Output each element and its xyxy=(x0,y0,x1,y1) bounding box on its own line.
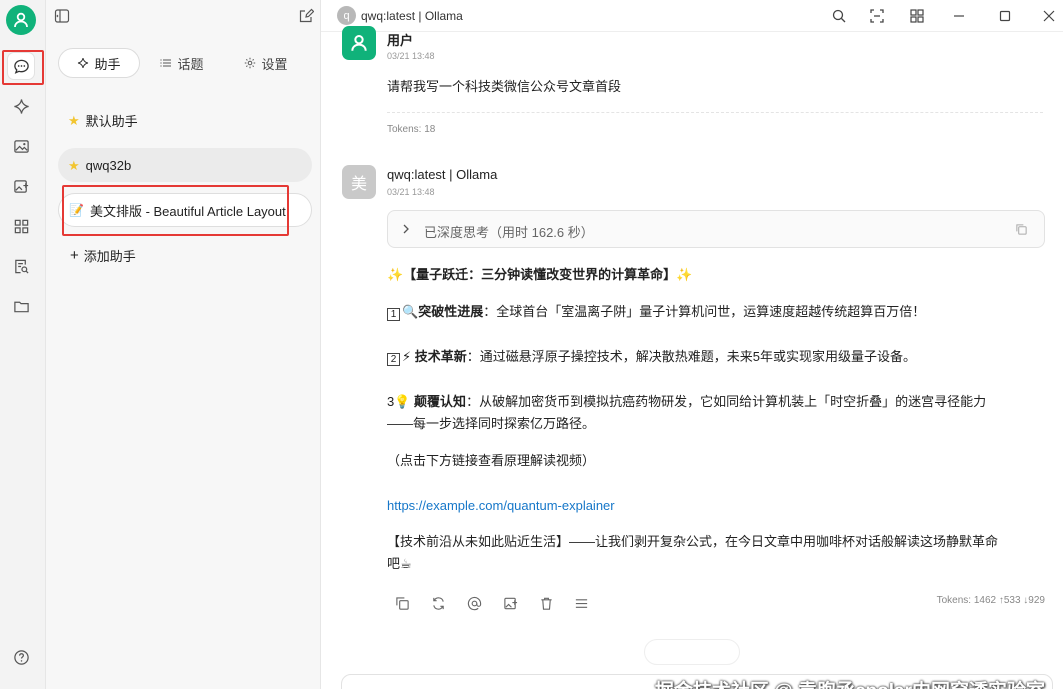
mention-icon[interactable] xyxy=(465,594,483,612)
user-message-time: 03/21 13:48 xyxy=(387,51,435,61)
apps-icon[interactable] xyxy=(8,213,34,239)
image-edit-icon[interactable] xyxy=(8,173,34,199)
point-1: 1 🔍突破性进展：全球首台「室温离子阱」量子计算机问世，运算速度超越传统超算百万倍… xyxy=(387,301,1047,323)
add-assistant-button[interactable]: + 添加助手 xyxy=(70,246,136,265)
plus-icon: + xyxy=(70,247,79,264)
user-message-text[interactable]: 请帮我写一个科技类微信公众号文章首段 xyxy=(387,76,621,95)
delete-icon[interactable] xyxy=(537,594,555,612)
folder-icon[interactable] xyxy=(8,293,34,319)
panel-header xyxy=(46,0,321,32)
copy-icon[interactable] xyxy=(1015,223,1028,236)
user-icon xyxy=(351,35,367,51)
outro: 【技术前沿从未如此贴近生活】——让我们剥开复杂公式，在今日文章中用咖啡杯对话般解… xyxy=(387,531,1047,575)
point-3-title: 颠覆认知 xyxy=(414,394,467,409)
tab-settings[interactable]: 设置 xyxy=(224,48,308,78)
apps-icon[interactable] xyxy=(907,6,927,26)
point-3-text-cont: ——每一步选择同时探索亿万路径。 xyxy=(387,416,596,431)
user-avatar[interactable] xyxy=(6,5,36,35)
title-bar: q qwq:latest | Ollama xyxy=(321,0,1063,32)
lightning-icon: ⚡ xyxy=(402,349,412,364)
user-message-avatar xyxy=(342,26,376,60)
chat-area: 用户 03/21 13:48 请帮我写一个科技类微信公众号文章首段 Tokens… xyxy=(321,26,1063,689)
tab-assistants-label: 助手 xyxy=(94,56,121,72)
headline: ✨【量子跃迁：三分钟读懂改变世界的计算革命】✨ xyxy=(387,267,693,282)
panel-tabs: 助手 话题 设置 xyxy=(58,47,308,79)
add-assistant-label: 添加助手 xyxy=(83,249,136,264)
assistant-label: 默认助手 xyxy=(85,113,138,129)
user-message-tokens: Tokens: 18 xyxy=(387,124,436,135)
assistant-message-tokens: Tokens: 1462 ↑533 ↓929 xyxy=(936,595,1045,606)
point-3-text: ：从破解加密货币到模拟抗癌药物研发，它如同给计算机装上「时空折叠」的迷宫寻径能力 xyxy=(466,394,987,409)
sidebar-toggle-icon[interactable] xyxy=(52,6,72,26)
new-chat-icon[interactable] xyxy=(296,6,316,26)
regenerate-icon[interactable] xyxy=(429,594,447,612)
list-icon xyxy=(160,59,172,67)
assistant-label: qwq32b xyxy=(85,157,132,173)
image-export-icon[interactable] xyxy=(501,594,519,612)
sparkle-icon xyxy=(78,57,89,69)
sparkle-icon[interactable] xyxy=(8,93,34,119)
minimize-icon[interactable] xyxy=(949,6,969,26)
assistant-message-name: qwq:latest | Ollama xyxy=(387,167,498,182)
scroll-pill[interactable] xyxy=(644,639,740,665)
window-title: qwq:latest | Ollama xyxy=(361,9,463,23)
number-badge: 2 xyxy=(387,353,400,366)
point-1-title: 突破性进展 xyxy=(418,304,484,319)
thinking-collapse[interactable]: 已深度思考（用时 162.6 秒） xyxy=(387,210,1045,248)
chevron-right-icon xyxy=(403,224,409,234)
memo-icon: 📝 xyxy=(69,203,84,217)
model-avatar: q xyxy=(337,6,356,25)
expand-icon[interactable] xyxy=(867,6,887,26)
help-icon[interactable] xyxy=(8,644,34,670)
outro-text-cont: 吧☕ xyxy=(387,556,412,571)
icon-rail xyxy=(0,0,46,689)
tab-settings-label: 设置 xyxy=(261,56,288,72)
message-divider xyxy=(387,112,1043,113)
assistant-item-qwq32b[interactable]: ★ qwq32b xyxy=(58,148,312,182)
assistant-item-default[interactable]: ★ 默认助手 xyxy=(58,103,312,137)
point-2: 2 ⚡ 技术革新：通过磁悬浮原子操控技术，解决散热难题，未来5年或实现家用级量子设… xyxy=(387,346,1047,368)
user-message-name: 用户 xyxy=(387,33,414,48)
gear-icon xyxy=(245,57,256,69)
point-2-text: ：通过磁悬浮原子操控技术，解决散热难题，未来5年或实现家用级量子设备。 xyxy=(466,349,917,364)
copy-icon[interactable] xyxy=(393,594,411,612)
number-badge: 1 xyxy=(387,308,400,321)
document-search-icon[interactable] xyxy=(8,253,34,279)
point-3: 3💡 颠覆认知：从破解加密货币到模拟抗癌药物研发，它如同给计算机装上「时空折叠」… xyxy=(387,391,1047,435)
magnifier-icon: 🔍 xyxy=(402,304,419,319)
assistant-message-time: 03/21 13:48 xyxy=(387,187,435,197)
assistant-item-article-layout[interactable]: 📝 美文排版 - Beautiful Article Layout xyxy=(58,193,312,227)
close-icon[interactable] xyxy=(1039,6,1059,26)
star-icon: ★ xyxy=(68,112,80,128)
explainer-link[interactable]: https://example.com/quantum-explainer xyxy=(387,495,1047,517)
tab-topics[interactable]: 话题 xyxy=(140,48,224,78)
star-icon: ★ xyxy=(68,157,80,173)
maximize-icon[interactable] xyxy=(995,6,1015,26)
watermark: 掘金技术社区 @ 袁煦丞cpolar内网穿透实验室 xyxy=(655,676,1045,689)
tab-topics-label: 话题 xyxy=(177,56,204,72)
tab-assistants[interactable]: 助手 xyxy=(58,48,140,78)
assistant-panel: 助手 话题 设置 ★ 默认助手 ★ qwq32b 📝 美文排版 - Beauti… xyxy=(46,0,321,689)
chat-icon[interactable] xyxy=(8,53,34,79)
user-icon xyxy=(14,12,28,28)
thinking-label: 已深度思考（用时 162.6 秒） xyxy=(424,225,594,240)
assistant-message-avatar: 美 xyxy=(342,165,376,199)
video-hint: （点击下方链接查看原理解读视频） xyxy=(387,453,596,468)
outro-text: 【技术前沿从未如此贴近生活】——让我们剥开复杂公式，在今日文章中用咖啡杯对话般解… xyxy=(387,534,999,549)
point-1-text: ：全球首台「室温离子阱」量子计算机问世，运算速度超越传统超算百万倍！ xyxy=(483,304,926,319)
menu-icon[interactable] xyxy=(572,594,590,612)
lightbulb-icon: 💡 xyxy=(394,394,411,409)
point-2-title: 技术革新 xyxy=(414,349,467,364)
assistant-label: 美文排版 - Beautiful Article Layout xyxy=(89,203,286,219)
image-icon[interactable] xyxy=(8,133,34,159)
search-icon[interactable] xyxy=(829,6,849,26)
